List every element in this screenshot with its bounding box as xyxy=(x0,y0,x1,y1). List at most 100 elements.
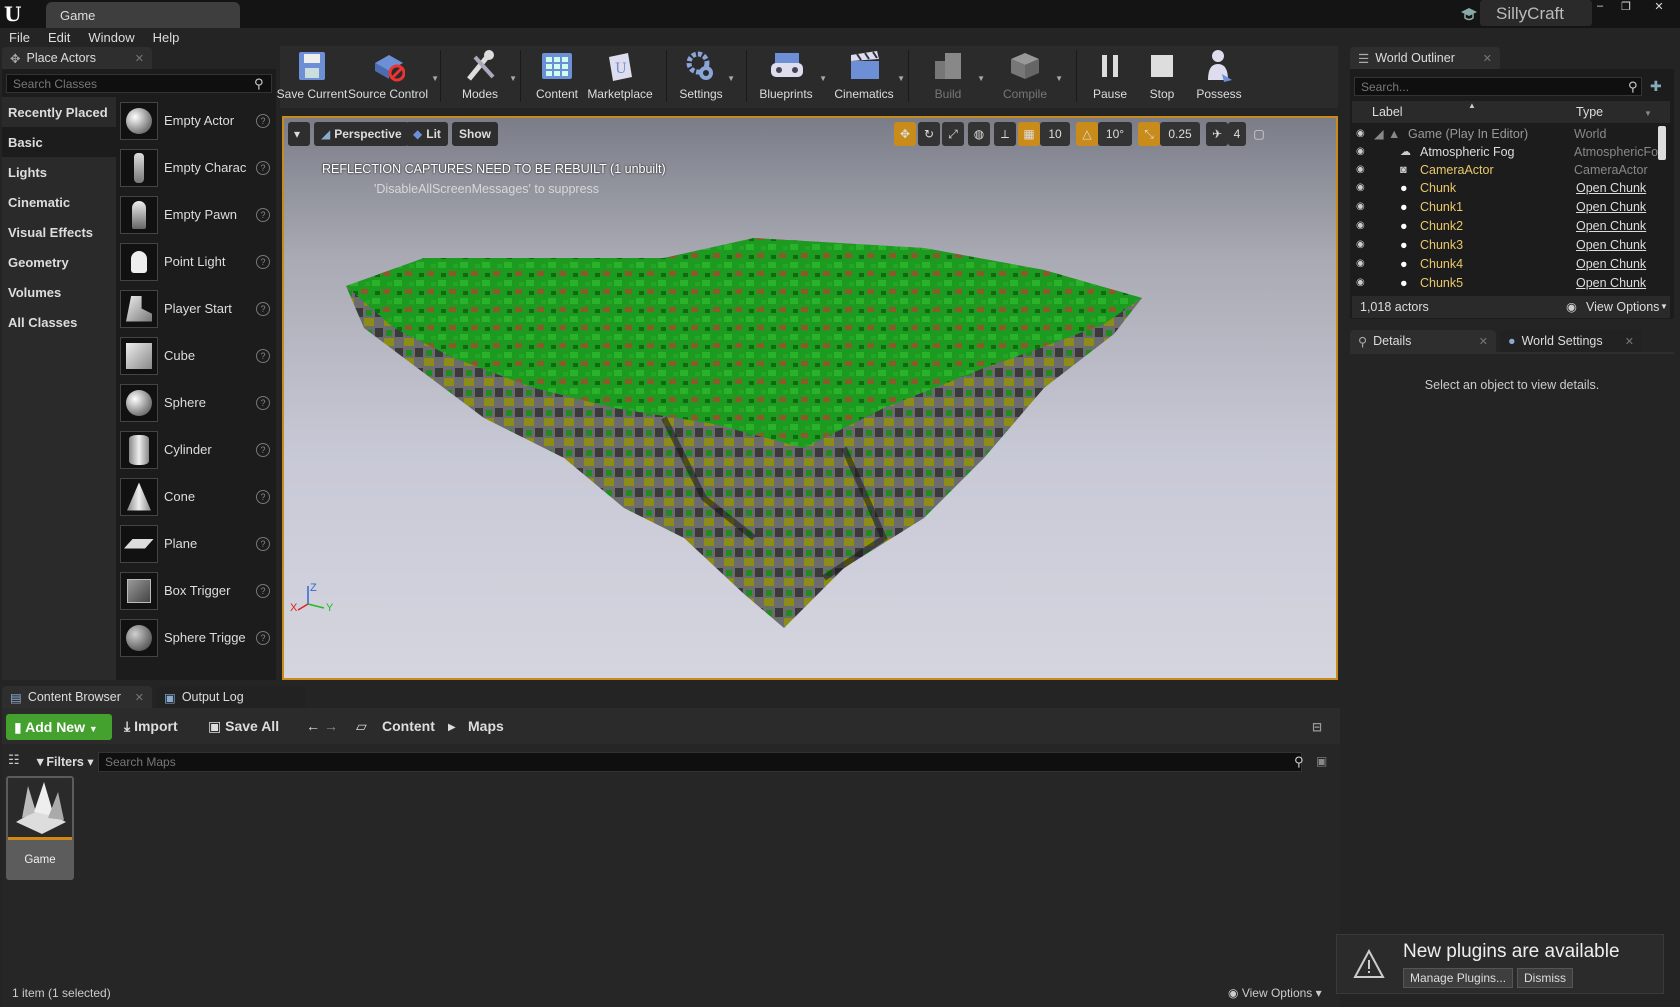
menu-edit[interactable]: Edit xyxy=(39,28,79,48)
save-current-button[interactable]: Save Current xyxy=(276,48,348,106)
tab-details[interactable]: ⚲ Details ✕ xyxy=(1350,330,1496,352)
grid-snap-icon[interactable]: ▦ xyxy=(1018,122,1040,146)
build-button[interactable]: Build ▼ xyxy=(920,48,985,106)
translate-tool-icon[interactable]: ✥ xyxy=(894,122,916,146)
show-button[interactable]: Show xyxy=(452,122,498,146)
label-column-header[interactable]: Label xyxy=(1372,105,1403,119)
outliner-row[interactable]: ◉ ● Chunk Open Chunk xyxy=(1352,178,1656,197)
dismiss-button[interactable]: Dismiss xyxy=(1517,968,1573,988)
maximize-button[interactable]: ❐ xyxy=(1614,0,1638,16)
scale-snap-icon[interactable]: ⤡ xyxy=(1138,122,1160,146)
tab-place-actors[interactable]: ✥ Place Actors ✕ xyxy=(2,47,152,69)
minimize-button[interactable]: ‒ xyxy=(1588,0,1612,16)
view-options-button[interactable]: ◉ View Options ▾ xyxy=(1228,986,1322,1000)
close-tab-icon[interactable]: ✕ xyxy=(1483,52,1492,65)
category-lights[interactable]: Lights xyxy=(2,157,116,187)
rotate-tool-icon[interactable]: ↻ xyxy=(918,122,940,146)
open-chunk-link[interactable]: Open Chunk xyxy=(1576,238,1660,252)
close-tab-icon[interactable]: ✕ xyxy=(1625,335,1634,348)
help-icon[interactable]: ? xyxy=(256,489,270,504)
marketplace-button[interactable]: U Marketplace xyxy=(586,48,654,106)
eye-icon[interactable]: ◉ xyxy=(1356,201,1372,212)
help-icon[interactable]: ? xyxy=(256,583,270,598)
open-chunk-link[interactable]: Open Chunk xyxy=(1576,219,1660,233)
blueprints-button[interactable]: Blueprints ▼ xyxy=(754,48,827,106)
category-recently-placed[interactable]: Recently Placed xyxy=(2,97,116,127)
outliner-row[interactable]: ◉ ● Chunk4 Open Chunk xyxy=(1352,254,1656,273)
help-icon[interactable]: ? xyxy=(256,207,270,222)
manage-plugins-button[interactable]: Manage Plugins... xyxy=(1403,968,1514,988)
outliner-row[interactable]: ◉ ● Chunk1 Open Chunk xyxy=(1352,197,1656,216)
viewport-options-button[interactable]: ▾ xyxy=(288,122,310,146)
actor-item[interactable]: Player Start? xyxy=(120,285,272,332)
actor-item[interactable]: Box Trigger? xyxy=(120,567,272,614)
outliner-row[interactable]: ◉ ◢ ▲ Game (Play In Editor) World xyxy=(1352,124,1656,143)
actor-item[interactable]: Point Light? xyxy=(120,238,272,285)
eye-icon[interactable]: ◉ xyxy=(1356,182,1372,193)
source-control-button[interactable]: Source Control ▼ xyxy=(346,48,439,106)
eye-icon[interactable]: ◉ xyxy=(1356,239,1372,250)
outliner-row[interactable]: ◉ ● Chunk3 Open Chunk xyxy=(1352,235,1656,254)
category-basic[interactable]: Basic xyxy=(2,127,116,157)
stop-button[interactable]: Stop xyxy=(1142,48,1182,106)
lit-button[interactable]: ◆ Lit xyxy=(406,122,448,146)
add-actor-icon[interactable]: ✚ xyxy=(1650,78,1662,95)
pause-button[interactable]: Pause xyxy=(1088,48,1132,106)
cinematics-button[interactable]: Cinematics ▼ xyxy=(832,48,905,106)
compile-button[interactable]: Compile ▼ xyxy=(996,48,1063,106)
help-icon[interactable]: ? xyxy=(256,536,270,551)
help-icon[interactable]: ? xyxy=(256,395,270,410)
help-icon[interactable]: ? xyxy=(256,160,270,175)
outliner-row[interactable]: ◉ ☁ Atmospheric Fog AtmosphericFo xyxy=(1352,142,1658,161)
breadcrumb-maps[interactable]: Maps xyxy=(468,718,504,734)
chevron-down-icon[interactable]: ▼ xyxy=(1644,109,1652,118)
category-cinematic[interactable]: Cinematic xyxy=(2,187,116,217)
surface-snap-icon[interactable]: ⟂ xyxy=(994,122,1016,146)
actor-item[interactable]: Empty Actor? xyxy=(120,97,272,144)
close-tab-icon[interactable]: ✕ xyxy=(135,691,144,704)
import-button[interactable]: ⤓ Import xyxy=(124,718,178,735)
help-icon[interactable]: ? xyxy=(256,630,270,645)
filters-button[interactable]: ▼Filters ▾ xyxy=(34,754,94,769)
save-search-icon[interactable]: ▣ xyxy=(1316,754,1327,768)
help-icon[interactable]: ? xyxy=(256,348,270,363)
actor-item[interactable]: Empty Pawn? xyxy=(120,191,272,238)
camera-speed-icon[interactable]: ✈ xyxy=(1206,122,1228,146)
eye-icon[interactable]: ◉ xyxy=(1356,277,1372,288)
forward-arrow-icon[interactable]: → xyxy=(324,718,338,734)
settings-button[interactable]: Settings ▼ xyxy=(676,48,735,106)
outliner-search-input[interactable]: Search... xyxy=(1354,77,1642,96)
help-icon[interactable]: ? xyxy=(256,254,270,269)
help-icon[interactable]: ? xyxy=(256,442,270,457)
category-visual-effects[interactable]: Visual Effects xyxy=(2,217,116,247)
scale-tool-icon[interactable]: ⤢ xyxy=(942,122,964,146)
outliner-row[interactable]: ◉ ● Chunk5 Open Chunk xyxy=(1352,273,1656,292)
close-button[interactable]: ✕ xyxy=(1644,0,1674,16)
tab-world-settings[interactable]: ● World Settings ✕ xyxy=(1500,330,1642,352)
close-tab-icon[interactable]: ✕ xyxy=(1479,335,1488,348)
actor-item[interactable]: Sphere Trigge? xyxy=(120,614,272,661)
back-arrow-icon[interactable]: ← xyxy=(306,718,320,734)
menu-window[interactable]: Window xyxy=(79,28,143,48)
level-tab[interactable]: Game xyxy=(46,2,240,28)
lock-icon[interactable]: ⊟ xyxy=(1312,720,1322,734)
rotation-snap-value[interactable]: 10° xyxy=(1098,122,1132,146)
content-button[interactable]: Content xyxy=(532,48,582,106)
search-classes-input[interactable]: Search Classes xyxy=(6,74,272,93)
category-geometry[interactable]: Geometry xyxy=(2,247,116,277)
open-chunk-link[interactable]: Open Chunk xyxy=(1576,257,1660,271)
eye-icon[interactable]: ◉ xyxy=(1356,220,1372,231)
eye-icon[interactable]: ◉ xyxy=(1356,146,1372,157)
maximize-viewport-icon[interactable]: ▢ xyxy=(1250,122,1268,146)
tab-output-log[interactable]: ▣ Output Log xyxy=(156,686,306,708)
sources-toggle-icon[interactable]: ☷ xyxy=(8,752,20,768)
menu-file[interactable]: File xyxy=(0,28,39,48)
eye-icon[interactable]: ◉ xyxy=(1356,164,1372,175)
help-icon[interactable]: ? xyxy=(256,301,270,316)
perspective-button[interactable]: ◢ Perspective xyxy=(314,122,409,146)
graduation-cap-icon[interactable] xyxy=(1460,5,1478,23)
close-tab-icon[interactable]: ✕ xyxy=(135,52,144,65)
category-all-classes[interactable]: All Classes xyxy=(2,307,116,337)
expand-arrow-icon[interactable]: ◢ xyxy=(1374,126,1384,141)
actor-item[interactable]: Cylinder? xyxy=(120,426,272,473)
